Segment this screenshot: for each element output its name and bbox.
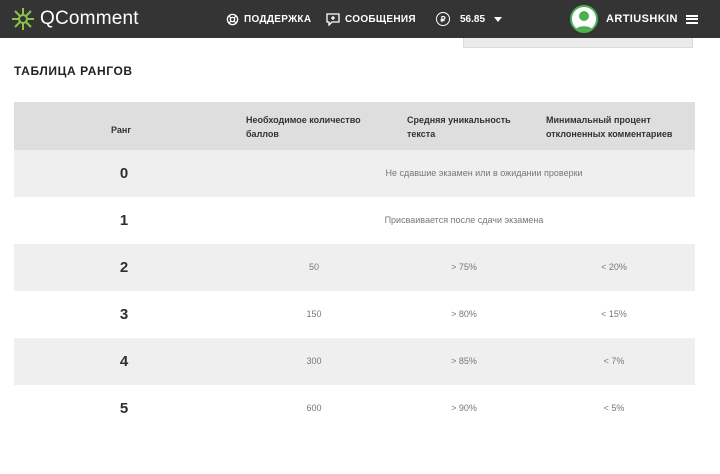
logo-text: QComment <box>40 8 139 29</box>
ranks-table: Ранг Необходимое количество баллов Средн… <box>14 102 695 432</box>
points-value: 150 <box>306 309 322 319</box>
nav-support-label: ПОДДЕРЖКА <box>244 13 312 25</box>
avatar[interactable] <box>570 5 598 33</box>
uniqueness-value: > 75% <box>451 262 477 272</box>
table-row: 5 600 > 90% < 5% <box>14 385 695 432</box>
table-row: 1 Присваивается после сдачи экзамена <box>14 197 695 244</box>
points-value: 50 <box>308 262 319 272</box>
rank-note: Присваивается после сдачи экзамена <box>384 215 544 225</box>
username: ARTIUSHKIN <box>606 13 678 25</box>
nav-support[interactable]: ПОДДЕРЖКА <box>226 0 311 38</box>
dropdown-panel-edge <box>463 38 693 48</box>
points-value: 300 <box>306 356 322 366</box>
uniqueness-value: > 90% <box>451 403 477 413</box>
table-row: 2 50 > 75% < 20% <box>14 244 695 291</box>
top-navbar: QComment ПОДДЕРЖКА СООБЩЕНИЯ ₽ 56.85 ART… <box>0 0 720 38</box>
nav-messages[interactable]: СООБЩЕНИЯ <box>326 0 416 38</box>
rejected-value: < 15% <box>601 309 627 319</box>
header-rank: Ранг <box>111 125 132 135</box>
header-points: Необходимое количество баллов <box>246 115 361 139</box>
chat-plus-icon <box>326 12 340 26</box>
lifebuoy-icon <box>226 13 239 25</box>
points-value: 600 <box>306 403 322 413</box>
header-uniqueness: Средняя уникальность текста <box>407 115 511 139</box>
uniqueness-value: > 85% <box>451 356 477 366</box>
table-row: 3 150 > 80% < 15% <box>14 291 695 338</box>
rank-value: 3 <box>119 306 129 323</box>
rank-value: 5 <box>119 400 129 417</box>
page-title: ТАБЛИЦА РАНГОВ <box>14 64 133 78</box>
chevron-down-icon <box>494 16 503 22</box>
rank-note: Не сдавшие экзамен или в ожидании провер… <box>385 168 583 178</box>
qcomment-logo-icon <box>12 8 34 30</box>
balance-dropdown[interactable]: ₽ 56.85 <box>436 0 503 38</box>
rank-value: 4 <box>119 353 129 370</box>
rank-value: 1 <box>119 212 129 229</box>
balance-amount: 56.85 <box>460 13 486 25</box>
logo[interactable]: QComment <box>10 6 139 32</box>
table-row: 4 300 > 85% < 7% <box>14 338 695 385</box>
user-silhouette-icon <box>574 11 594 31</box>
rejected-value: < 7% <box>603 356 625 366</box>
uniqueness-value: > 80% <box>451 309 477 319</box>
header-rejected: Минимальный процент отклоненных коммента… <box>546 115 673 139</box>
ruble-coin-icon: ₽ <box>436 12 450 26</box>
table-header-row: Ранг Необходимое количество баллов Средн… <box>14 102 695 150</box>
rank-value: 2 <box>119 259 129 276</box>
rank-value: 0 <box>119 165 129 182</box>
table-row: 0 Не сдавшие экзамен или в ожидании пров… <box>14 150 695 197</box>
rejected-value: < 5% <box>603 403 625 413</box>
nav-messages-label: СООБЩЕНИЯ <box>345 13 416 25</box>
user-menu[interactable]: ARTIUSHKIN <box>570 0 698 38</box>
rejected-value: < 20% <box>601 262 627 272</box>
hamburger-menu-icon[interactable] <box>685 14 698 24</box>
